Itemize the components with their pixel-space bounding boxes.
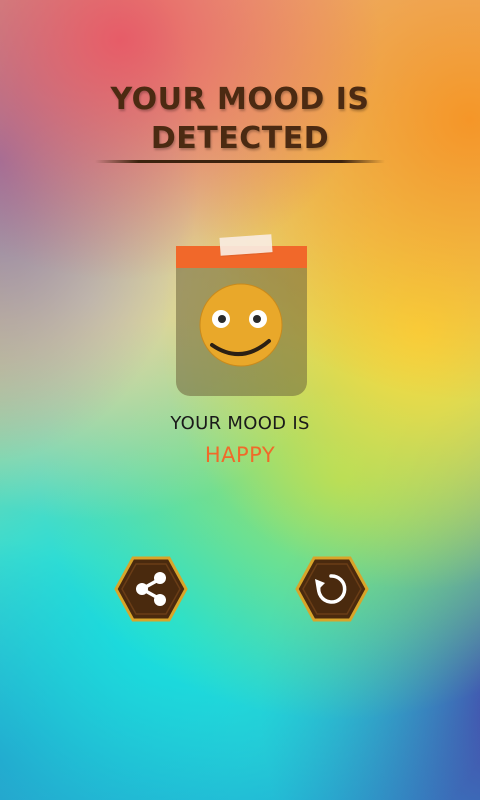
mood-value: HAPPY [204,443,276,467]
tape-decoration [219,234,273,256]
happy-smiley-icon [199,283,283,367]
mood-label: YOUR MOOD IS [170,413,310,434]
replay-button[interactable] [295,556,369,622]
share-button[interactable] [114,556,188,622]
page-title-line-2: DETECTED [150,121,330,156]
page-title-line-1: YOUR MOOD IS [110,82,370,117]
title-underline [95,160,385,163]
